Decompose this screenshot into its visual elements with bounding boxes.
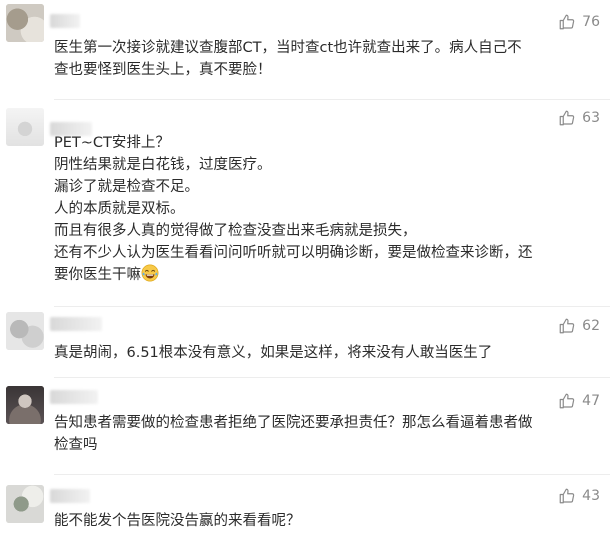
comment-line: 医生第一次接诊就建议查腹部CT，当时查ct也许就查出来了。病人自己不 [54, 40, 522, 56]
comment-text: 告知患者需要做的检查患者拒绝了医院还要承担责任？那怎么看逼着患者做 检查吗 [54, 412, 602, 456]
comment-item: 63 PET~CT安排上？ 阴性结果就是白花钱，过度医疗。 漏诊了就是检查不足。… [0, 100, 610, 307]
username-blurred[interactable] [50, 489, 90, 503]
like-button[interactable]: 62 [558, 316, 600, 336]
like-button[interactable]: 43 [558, 486, 600, 506]
like-button[interactable]: 76 [558, 12, 600, 32]
like-count: 76 [582, 14, 600, 30]
comment-line: 能不能发个告医院没告赢的来看看呢？ [54, 513, 301, 529]
like-button[interactable]: 63 [558, 108, 600, 128]
thumbs-up-icon [558, 109, 576, 127]
thumbs-up-icon [558, 487, 576, 505]
avatar[interactable] [6, 386, 44, 424]
like-button[interactable]: 47 [558, 391, 600, 411]
avatar[interactable] [6, 4, 44, 42]
comment-line: 查也要怪到医生头上，真不要脸！ [54, 62, 272, 78]
username-blurred[interactable] [50, 390, 98, 404]
like-count: 62 [582, 318, 600, 334]
comment-line: PET~CT安排上？ [54, 135, 170, 151]
comment-line: 要你医生干嘛 [54, 264, 602, 286]
like-count: 43 [582, 488, 600, 504]
comment-line: 而且有很多人真的觉得做了检查没查出来毛病就是损失， [54, 223, 417, 239]
thumbs-up-icon [558, 317, 576, 335]
comment-text: 能不能发个告医院没告赢的来看看呢？ [54, 510, 602, 532]
comment-line: 阴性结果就是白花钱，过度医疗。 [54, 157, 272, 173]
comment-text: 医生第一次接诊就建议查腹部CT，当时查ct也许就查出来了。病人自己不 查也要怪到… [54, 37, 602, 81]
like-count: 47 [582, 393, 600, 409]
laughing-crying-emoji [141, 264, 159, 282]
comment-item: 47 告知患者需要做的检查患者拒绝了医院还要承担责任？那怎么看逼着患者做 检查吗 [0, 378, 610, 474]
comment-item: 43 能不能发个告医院没告赢的来看看呢？ [0, 475, 610, 549]
like-count: 63 [582, 110, 600, 126]
comment-item: 62 真是胡闹，6.51根本没有意义，如果是这样，将来没有人敢当医生了 [0, 307, 610, 377]
avatar[interactable] [6, 108, 44, 146]
comment-line: 告知患者需要做的检查患者拒绝了医院还要承担责任？那怎么看逼着患者做 [54, 415, 533, 431]
comment-text: PET~CT安排上？ 阴性结果就是白花钱，过度医疗。 漏诊了就是检查不足。 人的… [54, 132, 602, 286]
comment-item: 76 医生第一次接诊就建议查腹部CT，当时查ct也许就查出来了。病人自己不 查也… [0, 0, 610, 100]
username-blurred[interactable] [50, 317, 102, 331]
thumbs-up-icon [558, 13, 576, 31]
comment-line-text: 要你医生干嘛 [54, 267, 141, 283]
comment-text: 真是胡闹，6.51根本没有意义，如果是这样，将来没有人敢当医生了 [54, 342, 602, 364]
comment-line: 人的本质就是双标。 [54, 201, 185, 217]
thumbs-up-icon [558, 392, 576, 410]
username-blurred[interactable] [50, 14, 80, 28]
comment-line: 真是胡闹，6.51根本没有意义，如果是这样，将来没有人敢当医生了 [54, 345, 493, 361]
avatar[interactable] [6, 485, 44, 523]
avatar[interactable] [6, 312, 44, 350]
comment-line: 检查吗 [54, 437, 98, 453]
comment-line: 还有不少人认为医生看看问问听听就可以明确诊断，要是做检查来诊断，还 [54, 245, 533, 261]
comment-line: 漏诊了就是检查不足。 [54, 179, 199, 195]
